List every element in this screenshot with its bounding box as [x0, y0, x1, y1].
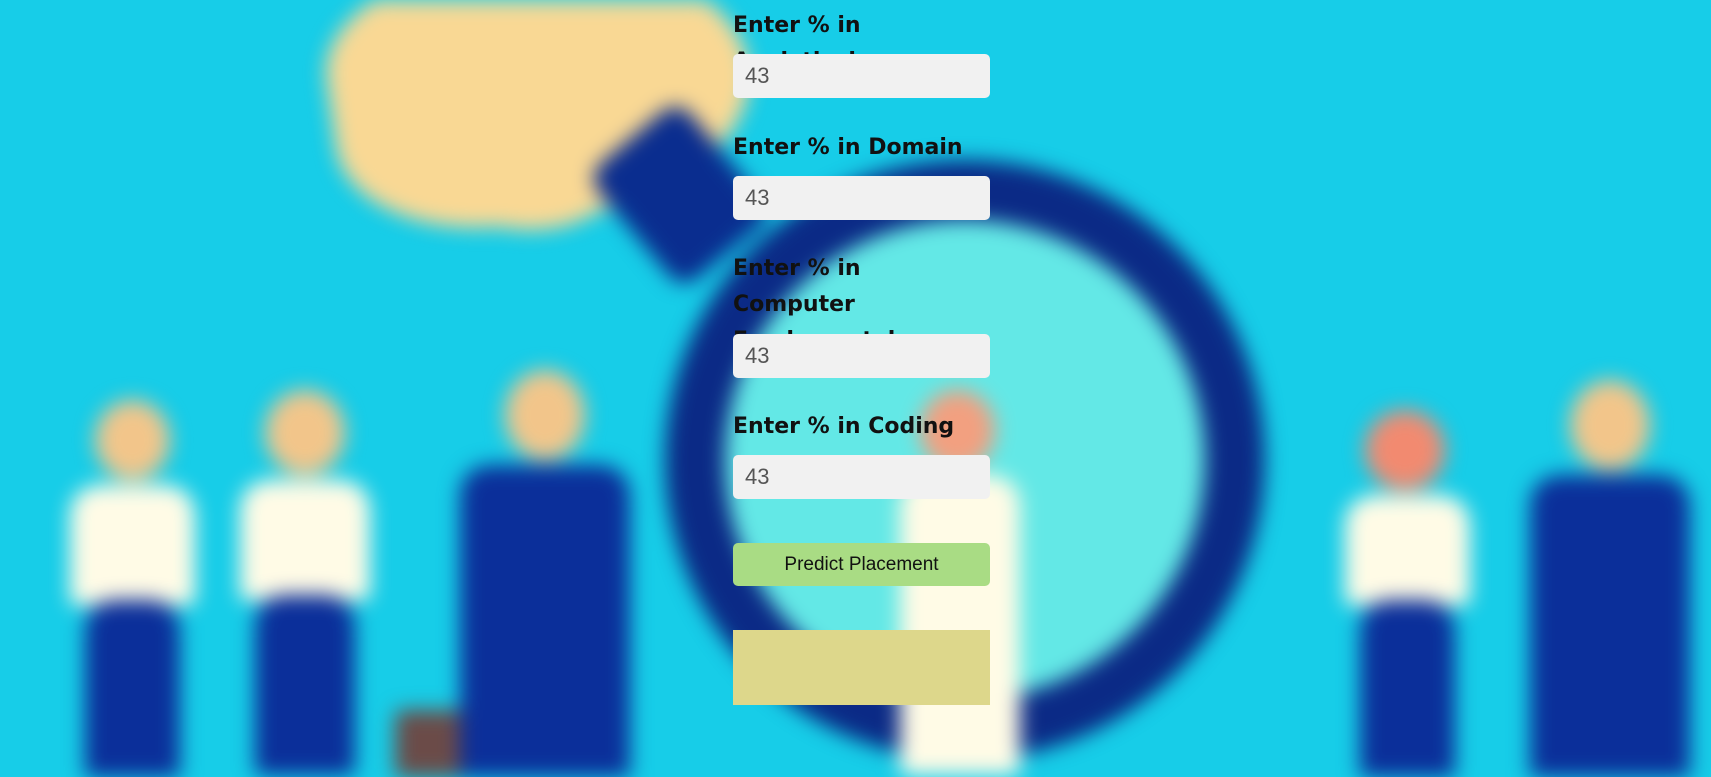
domain-label: Enter % in Domain: [733, 135, 963, 160]
analytical-input[interactable]: [733, 54, 990, 98]
result-box: [733, 630, 990, 705]
domain-input[interactable]: [733, 176, 990, 220]
predict-placement-button[interactable]: Predict Placement: [733, 543, 990, 586]
computer-fundamentals-input[interactable]: [733, 334, 990, 378]
coding-input[interactable]: [733, 455, 990, 499]
coding-label: Enter % in Coding: [733, 414, 955, 439]
